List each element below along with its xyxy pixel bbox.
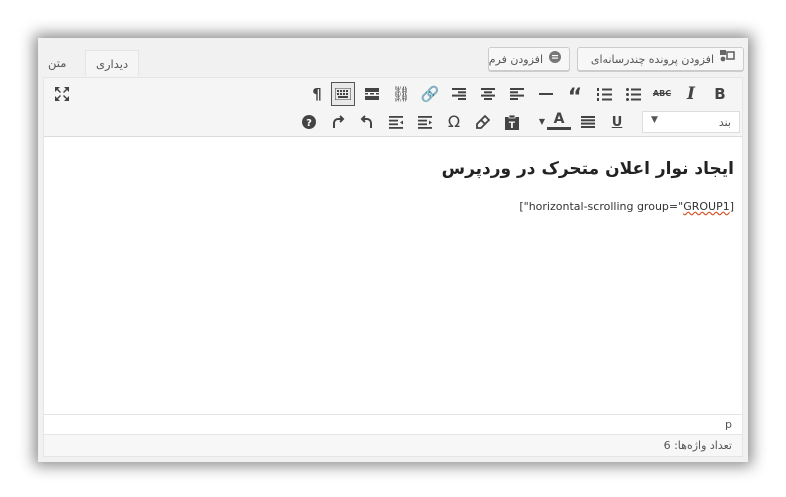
post-heading: ایجاد نوار اعلان متحرک در وردپرس	[441, 159, 734, 179]
fullscreen-icon[interactable]	[50, 82, 74, 106]
element-path-bar: p	[43, 414, 743, 435]
special-character-icon[interactable]: Ω	[442, 110, 466, 134]
redo-icon[interactable]	[326, 110, 350, 134]
tab-text[interactable]: متن	[38, 50, 76, 76]
blockquote-icon[interactable]: “	[563, 82, 587, 109]
editor-top-bar: متن دیداری افزودن فرم افزودن پرونده چندر…	[38, 38, 748, 76]
undo-icon[interactable]	[355, 110, 379, 134]
paste-as-text-icon[interactable]: T	[500, 110, 524, 134]
shortcode-prefix: ["horizontal-scrolling group="	[519, 200, 684, 213]
element-path-p[interactable]: p	[725, 418, 732, 431]
bold-icon[interactable]: B	[708, 82, 732, 106]
tab-visual[interactable]: دیداری	[85, 50, 140, 76]
align-left-icon[interactable]	[505, 82, 529, 106]
help-icon[interactable]: ?	[297, 110, 321, 134]
editor-toolbar: ¶ ⛓ 🔗 “ ABC I B ? Ω T ▼ A U بند ▼	[43, 77, 743, 137]
paragraph-direction-icon[interactable]: ¶	[305, 82, 329, 106]
numbered-list-icon[interactable]	[592, 82, 616, 106]
italic-icon[interactable]: I	[679, 82, 703, 106]
status-bar: تعداد واژه‌ها: 6	[43, 435, 743, 457]
insert-link-icon[interactable]: 🔗	[418, 82, 442, 106]
add-form-label: افزودن فرم	[488, 53, 543, 66]
editor-frame: متن دیداری افزودن فرم افزودن پرونده چندر…	[38, 38, 748, 462]
align-center-icon[interactable]	[476, 82, 500, 106]
svg-text:T: T	[509, 121, 516, 130]
justify-icon[interactable]	[576, 110, 600, 134]
bulleted-list-icon[interactable]	[621, 82, 645, 106]
format-select[interactable]: بند ▼	[642, 111, 740, 133]
media-icon	[720, 48, 735, 72]
shortcode-group-word: GROUP1	[683, 200, 730, 213]
strikethrough-icon[interactable]: ABC	[650, 82, 674, 106]
align-right-icon[interactable]	[447, 82, 471, 106]
format-select-value: بند	[718, 116, 731, 129]
horizontal-line-icon[interactable]	[534, 82, 558, 106]
add-form-button[interactable]: افزودن فرم	[488, 47, 570, 71]
read-more-icon[interactable]	[360, 82, 384, 106]
editor-content-area[interactable]: ایجاد نوار اعلان متحرک در وردپرس ["horiz…	[43, 137, 743, 414]
shortcode-text: ["horizontal-scrolling group="GROUP1]	[519, 200, 734, 213]
indent-icon[interactable]	[384, 110, 408, 134]
outdent-icon[interactable]	[413, 110, 437, 134]
form-icon	[549, 48, 561, 72]
toolbar-toggle-icon[interactable]	[331, 82, 355, 106]
add-media-button[interactable]: افزودن پرونده چندرسانه‌ای	[577, 47, 744, 71]
shortcode-suffix: ]	[729, 200, 734, 213]
text-color-icon[interactable]: A	[547, 110, 571, 130]
chevron-down-icon: ▼	[651, 115, 658, 125]
add-media-label: افزودن پرونده چندرسانه‌ای	[590, 53, 714, 66]
remove-link-icon[interactable]: ⛓	[389, 82, 413, 106]
underline-icon[interactable]: U	[605, 110, 629, 134]
word-count: تعداد واژه‌ها: 6	[663, 439, 732, 452]
clear-formatting-icon[interactable]	[471, 110, 495, 134]
svg-text:?: ?	[306, 118, 312, 129]
